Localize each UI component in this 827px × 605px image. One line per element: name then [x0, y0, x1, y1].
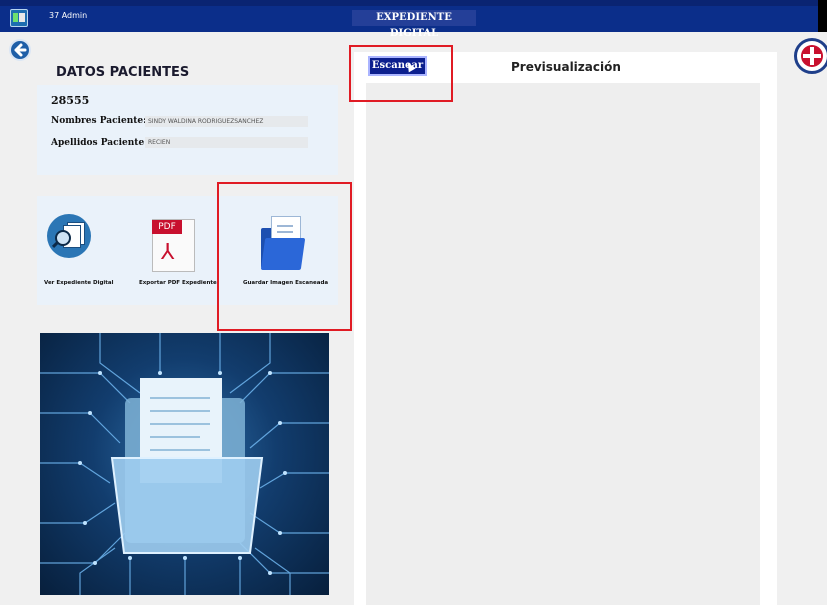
preview-panel: Escanear Previsualización: [354, 52, 777, 605]
user-label: 37 Admin: [49, 11, 88, 20]
window-title: EXPEDIENTE DIGITAL: [352, 10, 476, 39]
title-bar: 37 Admin EXPEDIENTE DIGITAL: [0, 0, 827, 39]
back-button[interactable]: [9, 39, 31, 61]
exportar-pdf-label: Exportar PDF Expediente: [139, 280, 217, 286]
ver-expediente-button[interactable]: Ver Expediente Digital: [37, 196, 114, 305]
preview-title: Previsualización: [511, 60, 621, 74]
highlight-scan-button: [349, 45, 453, 102]
highlight-save-image: [217, 182, 352, 331]
pdf-badge: PDF: [152, 220, 182, 234]
preview-area: [366, 83, 760, 605]
app-icon: [10, 9, 28, 27]
medical-seal-logo: [794, 38, 827, 74]
nombres-label: Nombres Paciente:: [51, 116, 147, 126]
title-bar-stripe: [0, 0, 827, 6]
section-title: DATOS PACIENTES: [56, 65, 190, 80]
patient-info-panel: 28555 Nombres Paciente: SINDY WALDINA RO…: [37, 85, 338, 175]
patient-id: 28555: [51, 94, 90, 107]
nombres-field[interactable]: SINDY WALDINA RODRIGUEZSANCHEZ: [145, 116, 308, 127]
back-arrow-icon: [14, 43, 27, 57]
title-bar-edge: [818, 0, 827, 32]
ver-expediente-label: Ver Expediente Digital: [44, 280, 114, 286]
apellidos-label: Apellidos Paciente:: [51, 138, 148, 148]
digital-records-illustration: [40, 333, 329, 595]
apellidos-field[interactable]: RECIEN: [145, 137, 308, 148]
exportar-pdf-button[interactable]: PDF ⅄ Exportar PDF Expediente: [137, 196, 217, 305]
document-search-icon: [47, 214, 91, 258]
pdf-file-icon: PDF ⅄: [152, 219, 195, 272]
